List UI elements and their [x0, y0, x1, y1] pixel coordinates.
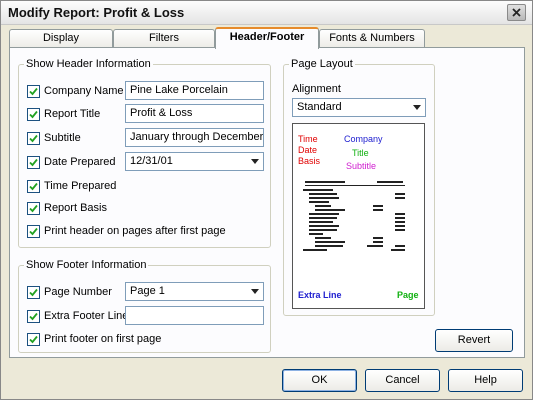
tab-fonts-numbers-label: Fonts & Numbers: [329, 32, 415, 44]
checkbox-box: [27, 131, 40, 145]
modify-report-dialog: Modify Report: Profit & Loss Display Fil…: [0, 0, 533, 400]
check-icon: [29, 110, 38, 118]
checkbox-box: [27, 285, 40, 299]
tab-filters[interactable]: Filters: [113, 29, 215, 48]
preview-page: Page: [397, 290, 419, 300]
help-button[interactable]: Help: [448, 369, 523, 392]
report-title-field[interactable]: Profit & Loss: [125, 104, 264, 123]
report-basis-checkbox[interactable]: Report Basis: [27, 200, 107, 216]
company-name-checkbox[interactable]: Company Name: [27, 83, 123, 99]
print-footer-checkbox[interactable]: Print footer on first page: [27, 331, 161, 347]
subtitle-checkbox[interactable]: Subtitle: [27, 130, 81, 146]
date-prepared-label: Date Prepared: [44, 156, 116, 168]
time-prepared-label: Time Prepared: [44, 180, 117, 192]
preview-extra-line: Extra Line: [298, 290, 342, 300]
check-icon: [29, 227, 38, 235]
check-icon: [29, 158, 38, 166]
page-number-label: Page Number: [44, 286, 112, 298]
chevron-down-icon[interactable]: [409, 100, 424, 115]
date-prepared-dropdown[interactable]: 12/31/01: [125, 152, 264, 171]
revert-button-label: Revert: [457, 334, 491, 346]
alignment-dropdown[interactable]: Standard: [292, 98, 426, 117]
help-button-label: Help: [474, 374, 497, 386]
checkbox-box: [27, 309, 40, 323]
preview-basis: Basis: [298, 156, 321, 166]
header-group-label: Show Header Information: [24, 58, 153, 70]
print-header-checkbox[interactable]: Print header on pages after first page: [27, 223, 226, 239]
tab-display[interactable]: Display: [9, 29, 113, 48]
check-icon: [29, 288, 38, 296]
chevron-down-icon[interactable]: [247, 154, 262, 169]
preview-date: Date: [298, 145, 318, 155]
checkbox-box: [27, 201, 40, 215]
ok-button[interactable]: OK: [282, 369, 357, 392]
ok-button-label: OK: [311, 374, 328, 386]
page-number-value: Page 1: [130, 285, 165, 297]
extra-footer-label: Extra Footer Line: [44, 310, 129, 322]
preview-subtitle: Subtitle: [346, 161, 377, 171]
company-name-field[interactable]: Pine Lake Porcelain: [125, 81, 264, 100]
subtitle-label: Subtitle: [44, 132, 81, 144]
report-basis-label: Report Basis: [44, 202, 107, 214]
page-number-dropdown[interactable]: Page 1: [125, 282, 264, 301]
checkbox-box: [27, 84, 40, 98]
print-header-label: Print header on pages after first page: [44, 225, 226, 237]
tab-header-footer-label: Header/Footer: [229, 31, 305, 43]
preview-sample-report: [303, 181, 405, 251]
page-number-checkbox[interactable]: Page Number: [27, 284, 112, 300]
check-icon: [29, 312, 38, 320]
checkbox-box: [27, 155, 40, 169]
check-icon: [29, 182, 38, 190]
close-icon: [512, 8, 521, 17]
checkbox-box: [27, 332, 40, 346]
chevron-down-icon[interactable]: [247, 284, 262, 299]
alignment-label: Alignment: [292, 83, 341, 95]
tab-filters-label: Filters: [149, 32, 179, 44]
cancel-button[interactable]: Cancel: [365, 369, 440, 392]
tab-fonts-numbers[interactable]: Fonts & Numbers: [319, 29, 425, 48]
subtitle-field[interactable]: January through December...: [125, 128, 264, 147]
company-name-label: Company Name: [44, 85, 124, 97]
footer-group-label: Show Footer Information: [24, 259, 149, 271]
report-title-label: Report Title: [44, 108, 101, 120]
checkbox-box: [27, 224, 40, 238]
preview-company: Company: [344, 134, 383, 144]
header-group: Show Header Information Company Name Pin…: [18, 58, 271, 248]
checkbox-box: [27, 179, 40, 193]
preview-title: Title: [352, 148, 369, 158]
alignment-value: Standard: [297, 101, 342, 113]
time-prepared-checkbox[interactable]: Time Prepared: [27, 178, 116, 194]
date-prepared-checkbox[interactable]: Date Prepared: [27, 154, 116, 170]
revert-button[interactable]: Revert: [435, 329, 513, 352]
preview-time: Time: [298, 134, 318, 144]
report-title-checkbox[interactable]: Report Title: [27, 106, 100, 122]
check-icon: [29, 134, 38, 142]
print-footer-label: Print footer on first page: [44, 333, 162, 345]
page-layout-label: Page Layout: [289, 58, 355, 70]
cancel-button-label: Cancel: [385, 374, 420, 386]
check-icon: [29, 204, 38, 212]
check-icon: [29, 87, 38, 95]
footer-group: Show Footer Information Page Number Page…: [18, 259, 271, 353]
tab-header-footer[interactable]: Header/Footer: [215, 27, 319, 49]
close-button[interactable]: [507, 4, 526, 21]
extra-footer-field[interactable]: [125, 306, 264, 325]
date-prepared-value: 12/31/01: [130, 155, 173, 167]
checkbox-box: [27, 107, 40, 121]
layout-preview: Time Date Basis Company Title Subtitle E…: [292, 123, 425, 309]
tab-display-label: Display: [42, 32, 80, 44]
check-icon: [29, 335, 38, 343]
title-bar[interactable]: Modify Report: Profit & Loss: [1, 1, 532, 25]
window-title: Modify Report: Profit & Loss: [8, 5, 185, 20]
tab-panel: Show Header Information Company Name Pin…: [9, 47, 525, 358]
extra-footer-checkbox[interactable]: Extra Footer Line: [27, 308, 128, 324]
